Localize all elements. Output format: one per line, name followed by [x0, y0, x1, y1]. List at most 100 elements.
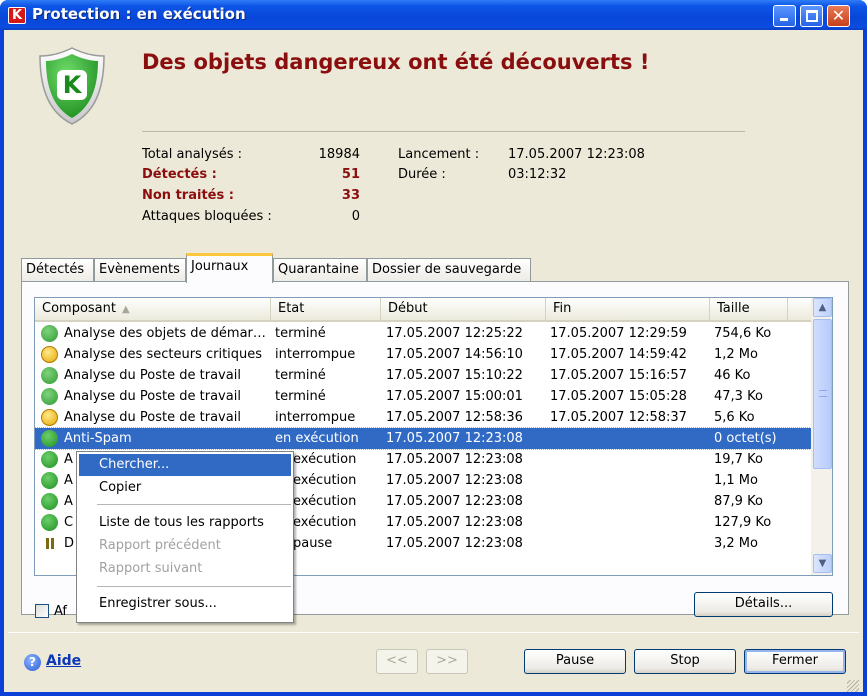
cell-start: 17.05.2007 15:10:22: [386, 368, 523, 383]
column-header-size[interactable]: Taille: [710, 298, 788, 320]
column-header-end[interactable]: Fin: [546, 298, 710, 320]
check-icon: [41, 325, 58, 342]
menu-item-save-as[interactable]: Enregistrer sous...: [79, 593, 291, 615]
cell-state: en exécution: [275, 431, 359, 446]
maximize-button[interactable]: [800, 5, 823, 27]
help-icon[interactable]: ?: [24, 654, 41, 671]
cell-size: 47,3 Ko: [714, 389, 763, 404]
table-row[interactable]: Analyse des secteurs critiques interromp…: [35, 344, 811, 365]
title-bar[interactable]: K Protection : en exécution ✕: [0, 0, 867, 30]
untreated-label: Non traités :: [142, 188, 234, 203]
menu-item-all-reports[interactable]: Liste de tous les rapports: [79, 512, 291, 534]
help-link[interactable]: Aide: [46, 653, 81, 669]
cell-start: 17.05.2007 12:23:08: [386, 536, 523, 551]
chevron-down-icon: ▼: [818, 558, 827, 569]
cell-start: 17.05.2007 12:58:36: [386, 410, 523, 425]
table-header: Composant ▲ Etat Début Fin Taille: [35, 298, 811, 322]
table-row[interactable]: Analyse du Poste de travail interrompue …: [35, 407, 811, 428]
footer-divider: [8, 632, 859, 633]
cell-start: 17.05.2007 12:23:08: [386, 452, 523, 467]
cell-size: 754,6 Ko: [714, 326, 772, 341]
sort-ascending-icon: ▲: [121, 304, 130, 315]
kaspersky-logo-icon: K: [8, 7, 26, 24]
cell-state: exécution: [293, 494, 357, 509]
close-window-button[interactable]: ✕: [827, 5, 850, 27]
running-icon: [41, 472, 58, 489]
scroll-down-button[interactable]: ▼: [813, 554, 832, 573]
cell-component: Analyse du Poste de travail: [64, 368, 241, 383]
table-row[interactable]: Analyse des objets de démar… terminé 17.…: [35, 323, 811, 344]
chevron-up-icon: ▲: [818, 302, 827, 313]
cell-end: 17.05.2007 15:16:57: [550, 368, 687, 383]
checkbox-label: Af: [54, 604, 68, 619]
cell-state: terminé: [275, 389, 326, 404]
cell-state: terminé: [275, 326, 326, 341]
cell-start: 17.05.2007 12:23:08: [386, 515, 523, 530]
check-icon: [41, 367, 58, 384]
blocked-value: 0: [351, 209, 360, 224]
cell-size: 46 Ko: [714, 368, 751, 383]
pause-icon: [41, 535, 58, 552]
cell-state: exécution: [293, 452, 357, 467]
next-button[interactable]: >>: [426, 649, 468, 674]
cell-state: interrompue: [275, 347, 356, 362]
total-label: Total analysés :: [142, 147, 243, 162]
tab-events[interactable]: Evènements: [94, 258, 186, 282]
cell-size: 3,2 Mo: [714, 536, 758, 551]
cell-size: 127,9 Ko: [714, 515, 772, 530]
cell-size: 5,6 Ko: [714, 410, 755, 425]
cell-component: Analyse des secteurs critiques: [64, 347, 263, 362]
cell-state: interrompue: [275, 410, 356, 425]
cell-state: exécution: [293, 473, 357, 488]
scroll-thumb[interactable]: [813, 319, 832, 469]
vertical-scrollbar[interactable]: ▲ ▼: [811, 298, 832, 575]
table-row[interactable]: Analyse du Poste de travail terminé 17.0…: [35, 386, 811, 407]
column-header-component[interactable]: Composant ▲: [35, 298, 271, 320]
tab-backup[interactable]: Dossier de sauvegarde: [367, 258, 531, 282]
cell-start: 17.05.2007 12:23:08: [386, 494, 523, 509]
duration-label: Durée :: [398, 167, 446, 182]
column-header-state[interactable]: Etat: [271, 298, 381, 320]
detected-value: 51: [341, 167, 360, 182]
previous-button[interactable]: <<: [376, 649, 418, 674]
detected-label: Détectés :: [142, 167, 217, 182]
cell-end: 17.05.2007 14:59:42: [550, 347, 687, 362]
column-header-start[interactable]: Début: [381, 298, 546, 320]
tab-reports[interactable]: Journaux: [186, 253, 273, 283]
table-row-selected[interactable]: Anti-Spam en exécution 17.05.2007 12:23:…: [35, 427, 812, 450]
duration-value: 03:12:32: [508, 167, 567, 182]
cell-component: Analyse du Poste de travail: [64, 389, 241, 404]
table-row[interactable]: Analyse du Poste de travail terminé 17.0…: [35, 365, 811, 386]
resize-grip-icon[interactable]: [847, 680, 859, 692]
cell-state: exécution: [293, 515, 357, 530]
cell-size: 1,2 Mo: [714, 347, 758, 362]
cell-end: 17.05.2007 12:29:59: [550, 326, 687, 341]
tab-quarantine[interactable]: Quarantaine: [273, 258, 367, 282]
details-button[interactable]: Détails...: [694, 592, 833, 617]
tab-detected[interactable]: Détectés: [21, 258, 94, 282]
shield-icon: K: [39, 47, 105, 125]
show-option-checkbox[interactable]: [35, 604, 49, 618]
menu-item-next-report: Rapport suivant: [99, 561, 203, 576]
cell-state: pause: [293, 536, 333, 551]
cell-state: terminé: [275, 368, 326, 383]
pause-button[interactable]: Pause: [524, 649, 626, 674]
blocked-label: Attaques bloquées :: [142, 209, 272, 224]
close-button[interactable]: Fermer: [744, 649, 846, 674]
menu-separator: [97, 504, 291, 505]
total-value: 18984: [318, 147, 360, 162]
context-menu: Chercher... Copier Liste de tous les rap…: [76, 451, 294, 623]
svg-text:K: K: [63, 71, 83, 99]
scroll-up-button[interactable]: ▲: [813, 298, 832, 317]
minimize-button[interactable]: [773, 5, 796, 27]
stop-button[interactable]: Stop: [634, 649, 736, 674]
cell-start: 17.05.2007 12:23:08: [386, 431, 523, 446]
column-label: Composant: [42, 301, 116, 316]
menu-item-search[interactable]: Chercher...: [79, 454, 291, 476]
minimize-icon: [780, 18, 788, 21]
maximize-icon: [806, 10, 818, 22]
running-icon: [41, 514, 58, 531]
cell-size: 1,1 Mo: [714, 473, 758, 488]
running-icon: [41, 451, 58, 468]
menu-item-copy[interactable]: Copier: [79, 477, 291, 499]
